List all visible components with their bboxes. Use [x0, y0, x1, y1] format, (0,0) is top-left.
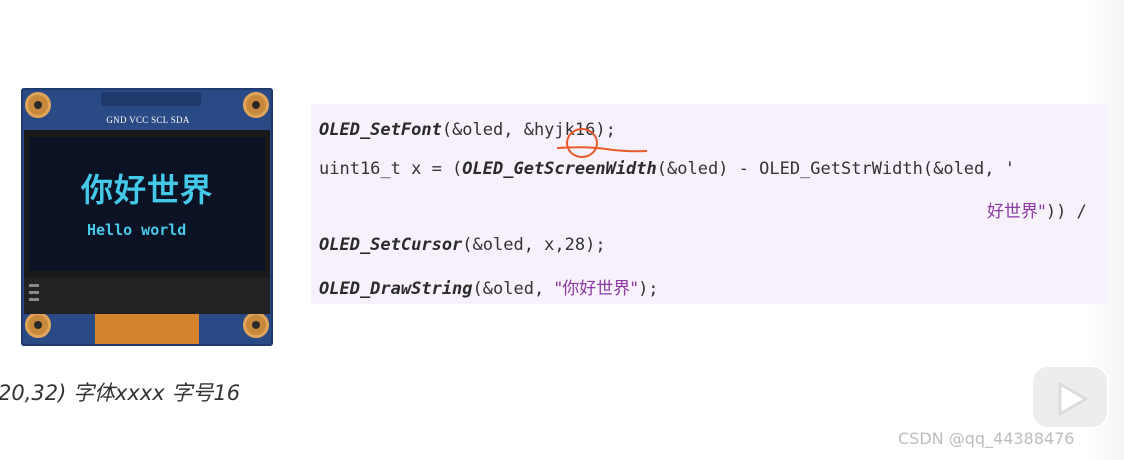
oled-module-photo: GND VCC SCL SDA 你好世界 Hello world	[21, 88, 273, 346]
code-line-3: 好世界")) /	[987, 197, 1087, 222]
code-line-4: OLED_SetCursor(&oled, x,28);	[319, 235, 606, 255]
smd-components	[29, 284, 39, 304]
function-name: OLED_DrawString	[319, 279, 473, 299]
mount-hole	[243, 312, 269, 338]
caption-text: 20,32) 字体xxxx 字号16	[0, 381, 241, 405]
code-line-2: uint16_t x = (OLED_GetScreenWidth(&oled)…	[319, 159, 1015, 179]
pin-labels: GND VCC SCL SDA	[106, 115, 190, 125]
function-args: (&oled, x,28);	[462, 235, 606, 255]
function-args: );	[638, 279, 659, 299]
flex-cable	[95, 314, 199, 344]
mount-hole	[25, 92, 51, 118]
code-text: uint16_t x = (	[319, 159, 463, 179]
code-block: OLED_SetFont(&oled, &hyjk16); uint16_t x…	[311, 104, 1108, 304]
mount-hole	[243, 92, 269, 118]
oled-glass-edge	[24, 278, 270, 314]
function-args: (&oled,	[472, 279, 555, 299]
pin-header	[101, 92, 201, 106]
bilibili-play-icon[interactable]	[1030, 352, 1110, 432]
string-literal: 好世界"	[987, 202, 1046, 222]
string-literal: "你好世界"	[554, 279, 639, 299]
function-name: OLED_SetCursor	[319, 235, 463, 255]
oled-screen-frame: 你好世界 Hello world	[24, 130, 270, 280]
code-line-5: OLED_DrawString(&oled, "你好世界");	[319, 274, 659, 299]
mount-hole	[25, 312, 51, 338]
code-text: )) /	[1045, 202, 1087, 222]
red-circle-annotation	[566, 128, 598, 158]
function-name: OLED_GetScreenWidth	[462, 159, 657, 179]
csdn-watermark: CSDN @qq_44388476	[898, 429, 1075, 448]
function-name: OLED_SetFont	[319, 120, 442, 140]
oled-text-chinese: 你好世界	[80, 171, 213, 209]
code-text: (&oled) - OLED_GetStrWidth(&oled, '	[656, 159, 1015, 179]
oled-text-english: Hello world	[87, 221, 187, 239]
oled-screen: 你好世界 Hello world	[29, 137, 265, 271]
